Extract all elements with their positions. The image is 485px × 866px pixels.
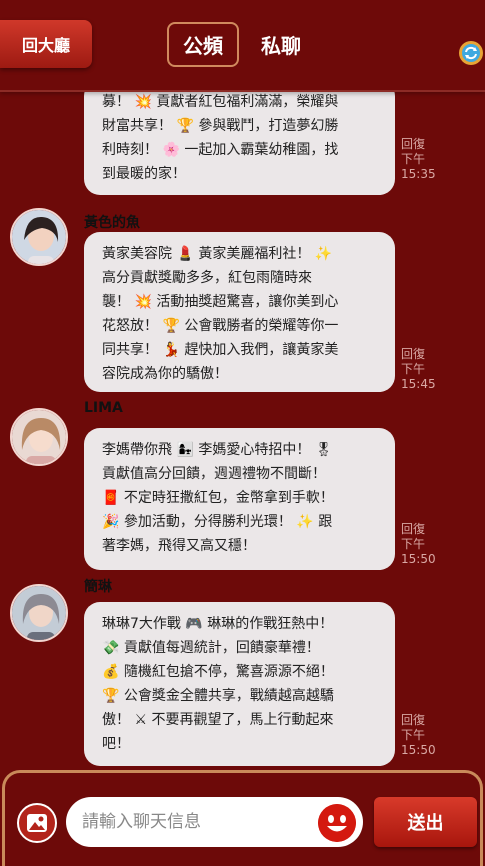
message-line: 李媽帶你飛 👩‍👧 李媽愛心特招中！ 🎖 (102, 442, 333, 458)
message-line: 💸 貢獻值每週統計，回饋豪華禮！ (102, 640, 320, 656)
image-icon (27, 814, 47, 832)
message-meta: 回復 下午 15:50 (401, 713, 441, 758)
message-line: 🏆 公會獎金全體共享，戰績越高越驕 (102, 688, 334, 704)
back-to-lobby-button[interactable]: 回大廳 (0, 20, 92, 68)
send-button[interactable]: 送出 (374, 797, 477, 847)
message-line: 琳琳7大作戰 🎮 琳琳的作戰狂熱中！ (102, 616, 334, 632)
message-line: 🧧 不定時狂撒紅包，金幣拿到手軟！ (102, 490, 334, 506)
chat-header: 回大廳 公頻 私聊 (0, 0, 485, 92)
message-line: 到最暖的家！ (102, 166, 186, 182)
message-time: 15:50 (401, 743, 436, 757)
refresh-icon[interactable] (458, 40, 484, 66)
message-bubble: 李媽帶你飛 👩‍👧 李媽愛心特招中！ 🎖 貢獻值高分回饋，週週禮物不間斷！ 🧧 … (84, 428, 395, 570)
input-panel: 送出 (2, 770, 483, 866)
message-line: 🎉 參加活動，分得勝利光環！ ✨ 跟 (102, 514, 333, 530)
message-meta: 回復 下午 15:50 (401, 522, 441, 567)
message-line: 花怒放！ 🏆 公會戰勝者的榮耀等你一 (102, 318, 339, 334)
message-line: 容院成為你的驕傲！ (102, 366, 228, 382)
user-avatar-icon[interactable] (10, 584, 68, 642)
sender-name: 黃色的魚 (84, 215, 140, 231)
message-time: 15:35 (401, 167, 436, 181)
message-time-period: 下午 (401, 728, 426, 742)
message-line: 傲！ ⚔ 不要再觀望了，馬上行動起來 (102, 712, 334, 728)
message-bubble: 黃家美容院 💄 黃家美麗福利社！ ✨ 高分貢獻獎勵多多，紅包雨隨時來 襲！ 💥 … (84, 232, 395, 392)
message-line: 貢獻值高分回饋，週週禮物不間斷！ (102, 466, 326, 482)
chat-input-bar: 送出 (0, 770, 485, 866)
image-upload-button[interactable] (17, 803, 57, 843)
message-line: 襲！ 💥 活動抽獎超驚喜，讓你美到心 (102, 294, 339, 310)
user-avatar-icon[interactable] (10, 208, 68, 266)
message-line: 利時刻！ 🌸 一起加入霸葉幼稚園，找 (102, 142, 339, 158)
reply-link[interactable]: 回復 (401, 713, 441, 728)
user-avatar-icon[interactable] (10, 408, 68, 466)
reply-link[interactable]: 回復 (401, 522, 441, 537)
message-bubble: 琳琳7大作戰 🎮 琳琳的作戰狂熱中！ 💸 貢獻值每週統計，回饋豪華禮！ 💰 隨機… (84, 602, 395, 766)
reply-link[interactable]: 回復 (401, 137, 441, 152)
sender-name: 簡琳 (84, 579, 112, 595)
reply-link[interactable]: 回復 (401, 347, 441, 362)
message-bubble: 募！ 💥 貢獻者紅包福利滿滿，榮耀與 財富共享！ 🏆 參與戰鬥，打造夢幻勝 利時… (84, 90, 395, 195)
message-line: 💰 隨機紅包搶不停，驚喜源源不絕！ (102, 664, 334, 680)
message-meta: 回復 下午 15:35 (401, 137, 441, 182)
message-time-period: 下午 (401, 152, 426, 166)
message-time-period: 下午 (401, 537, 426, 551)
message-time: 15:45 (401, 377, 436, 391)
tab-public-channel[interactable]: 公頻 (167, 22, 239, 67)
message-line: 募！ 💥 貢獻者紅包福利滿滿，榮耀與 (102, 94, 339, 110)
message-line: 高分貢獻獎勵多多，紅包雨隨時來 (102, 270, 312, 286)
message-line: 同共享！ 💃 趕快加入我們，讓黃家美 (102, 342, 339, 358)
message-time: 15:50 (401, 552, 436, 566)
message-line: 吧！ (102, 736, 130, 752)
message-line: 黃家美容院 💄 黃家美麗福利社！ ✨ (102, 246, 333, 262)
message-list[interactable]: 募！ 💥 貢獻者紅包福利滿滿，榮耀與 財富共享！ 🏆 參與戰鬥，打造夢幻勝 利時… (0, 90, 485, 770)
message-meta: 回復 下午 15:45 (401, 347, 441, 392)
smiley-icon[interactable] (318, 804, 356, 842)
message-line: 財富共享！ 🏆 參與戰鬥，打造夢幻勝 (102, 118, 339, 134)
tab-private-chat[interactable]: 私聊 (249, 22, 313, 67)
message-time-period: 下午 (401, 362, 426, 376)
sender-name: LIMA (84, 400, 123, 416)
message-line: 著李媽，飛得又高又穩！ (102, 538, 256, 554)
